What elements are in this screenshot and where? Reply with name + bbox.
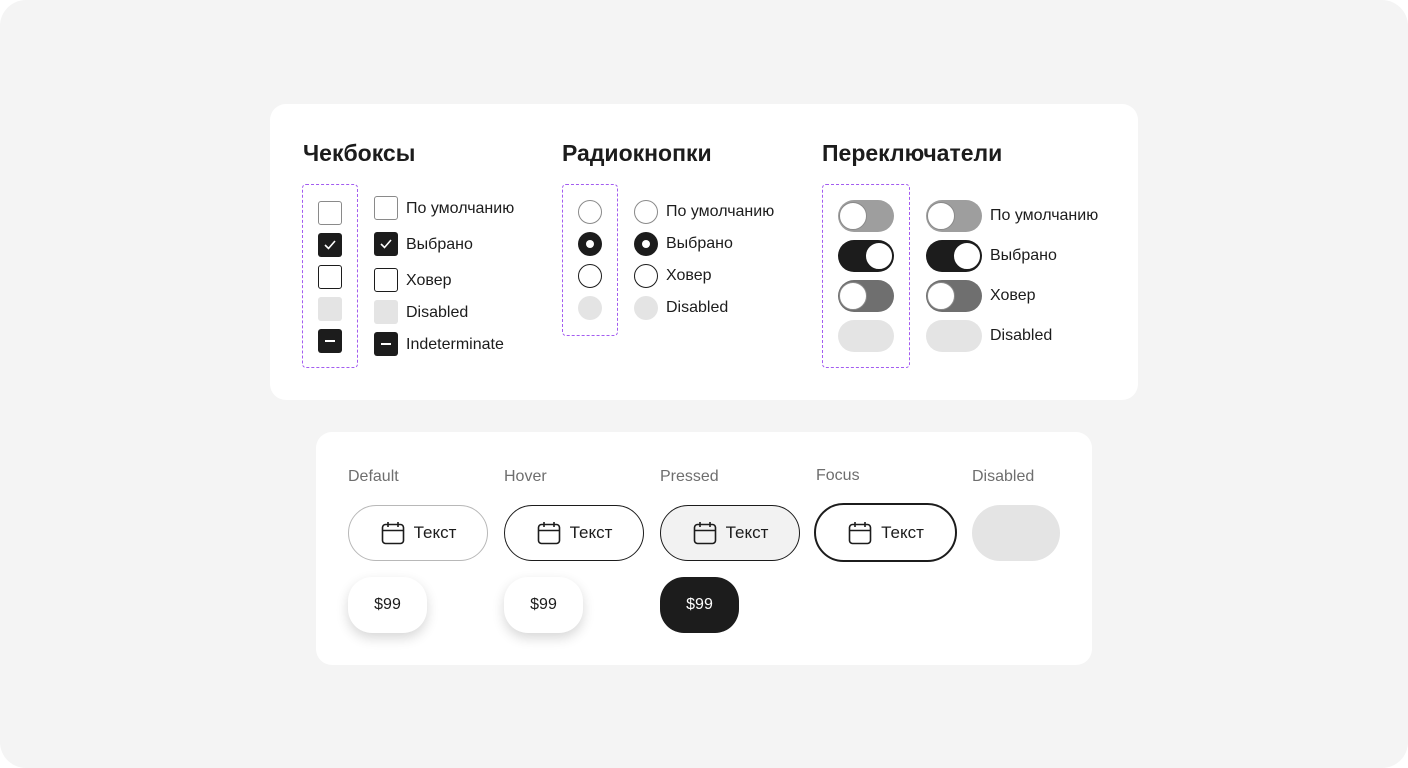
toggle-disabled-sample [926,320,982,352]
checkbox-indeterminate[interactable] [317,328,342,353]
toggle-hover-sample[interactable] [926,280,982,312]
checkbox-label-disabled: Disabled [406,304,469,321]
state-label-hover: Hover [504,468,547,485]
checkbox-disabled-sample [374,300,398,324]
radio-label-disabled: Disabled [666,299,729,316]
radio-disabled [577,295,602,320]
check-icon [380,239,392,249]
toggle-variants-frame [822,184,910,368]
state-label-disabled: Disabled [972,468,1035,485]
minus-icon [324,339,335,342]
checkbox-indeterminate-sample[interactable] [374,332,398,356]
radio-default[interactable] [577,199,602,224]
button-default[interactable]: Текст [348,505,488,561]
button-text: Текст [725,523,769,542]
check-icon [323,239,336,250]
calendar-icon [848,521,872,544]
checkbox-variants-frame [302,184,358,368]
selection-controls-card: Чекбоксы По умолчанию Выбрано Ховер Disa… [270,104,1138,400]
radio-default-sample[interactable] [634,200,658,224]
checkbox-hover[interactable] [317,264,342,289]
radio-label-default: По умолчанию [666,203,775,220]
button-hover[interactable]: Текст [504,505,644,561]
checkbox-disabled [317,296,342,321]
checkbox-label-indeterminate: Indeterminate [406,336,504,353]
radio-label-hover: Ховер [666,267,712,284]
button-disabled [972,505,1060,561]
checkboxes-title: Чекбоксы [303,140,416,166]
toggle-label-hover: Ховер [990,287,1036,304]
button-pressed[interactable]: Текст [660,505,800,561]
radio-hover[interactable] [577,263,602,288]
checkbox-default[interactable] [317,200,342,225]
toggle-knob [838,281,867,310]
toggle-default[interactable] [837,199,894,232]
state-label-focus: Focus [816,467,860,484]
toggle-knob [953,242,981,270]
calendar-icon [381,522,404,545]
toggle-knob [838,201,867,230]
checkbox-selected[interactable] [317,232,342,257]
radios-title: Радиокнопки [562,140,712,166]
price-button-hover[interactable]: $99 [504,577,583,633]
toggle-disabled [837,319,894,352]
checkbox-selected-sample[interactable] [374,232,398,256]
state-label-pressed: Pressed [660,468,719,485]
button-states-card: Default Hover Pressed Focus Disabled Тек… [316,432,1092,665]
checkbox-label-default: По умолчанию [406,200,515,217]
price-text: $99 [530,596,557,613]
canvas: Чекбоксы По умолчанию Выбрано Ховер Disa… [0,0,1408,768]
toggle-default-sample[interactable] [926,200,982,232]
radio-selected-sample[interactable] [634,232,658,256]
radio-disabled-sample [634,296,658,320]
toggle-knob [864,241,893,270]
calendar-icon [537,522,560,545]
price-button-default[interactable]: $99 [348,577,427,633]
toggle-label-disabled: Disabled [990,327,1053,344]
toggle-selected-sample[interactable] [926,240,982,272]
price-text: $99 [374,596,401,613]
toggles-title: Переключатели [822,140,1003,166]
radio-hover-sample[interactable] [634,264,658,288]
minus-icon [381,343,391,345]
toggle-knob [927,282,955,310]
checkbox-label-selected: Выбрано [406,236,473,253]
radio-label-selected: Выбрано [666,235,733,252]
checkbox-hover-sample[interactable] [374,268,398,292]
price-text: $99 [686,596,713,613]
toggle-knob [927,202,955,230]
state-label-default: Default [348,468,399,485]
toggle-label-selected: Выбрано [990,247,1057,264]
button-text: Текст [413,523,457,542]
checkbox-label-hover: Ховер [406,272,452,289]
button-focus[interactable]: Текст [814,503,957,562]
price-button-pressed[interactable]: $99 [660,577,739,633]
calendar-icon [693,522,716,545]
toggle-selected[interactable] [837,239,894,272]
button-text: Текст [881,522,924,542]
toggle-hover[interactable] [837,279,894,312]
radio-variants-frame [562,184,618,336]
button-text: Текст [569,523,613,542]
toggle-label-default: По умолчанию [990,207,1099,224]
radio-selected[interactable] [577,231,602,256]
checkbox-default-sample[interactable] [374,196,398,220]
